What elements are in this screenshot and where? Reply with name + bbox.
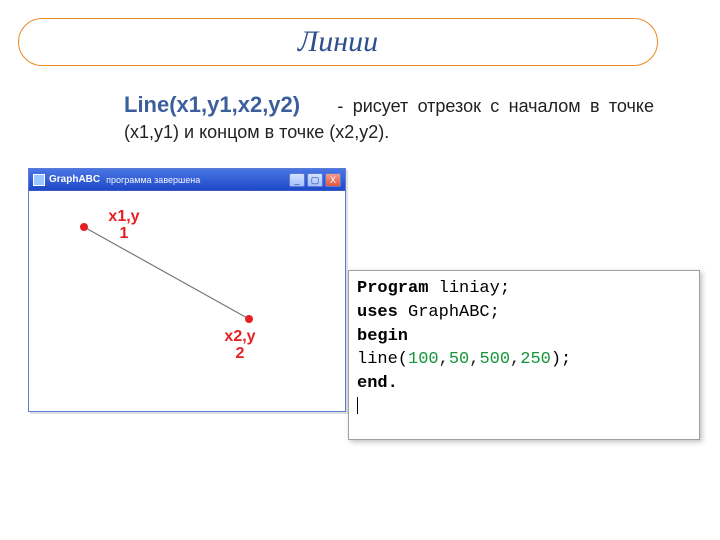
app-icon (33, 174, 45, 186)
graphabc-app-name: GraphABC (49, 174, 100, 185)
line-call-open: line( (357, 350, 408, 369)
kw-begin: begin (357, 327, 408, 346)
close-button[interactable]: X (325, 173, 341, 187)
point-start-label: x1,y 1 (99, 209, 149, 243)
function-signature: Line(x1,y1,x2,y2) (124, 92, 300, 117)
program-name: liniay; (428, 279, 510, 298)
minimize-button[interactable]: _ (289, 173, 305, 187)
maximize-button[interactable]: ▢ (307, 173, 323, 187)
code-window: Program liniay; uses GraphABC; begin lin… (348, 270, 700, 440)
p2-label-line1: x2,y (224, 328, 255, 345)
point-start (80, 223, 88, 231)
uses-name: GraphABC; (398, 303, 500, 322)
p2-label-line2: 2 (236, 345, 245, 362)
p1-label-line2: 1 (120, 225, 129, 242)
arg-2: 50 (449, 350, 469, 369)
arg-1: 100 (408, 350, 439, 369)
code-content[interactable]: Program liniay; uses GraphABC; begin lin… (349, 271, 699, 426)
kw-program: Program (357, 279, 428, 298)
line-drawing (29, 191, 347, 413)
slide-title: Линии (298, 25, 378, 59)
window-buttons: _ ▢ X (289, 173, 341, 187)
graphabc-subtitle: программа завершена (106, 175, 200, 185)
point-end-label: x2,y 2 (215, 329, 265, 363)
arg-4: 250 (520, 350, 551, 369)
text-cursor (357, 397, 358, 414)
point-end (245, 315, 253, 323)
graphabc-window: GraphABC программа завершена _ ▢ X x1,y … (28, 168, 346, 412)
kw-uses: uses (357, 303, 398, 322)
kw-end: end. (357, 374, 398, 393)
arg-3: 500 (479, 350, 510, 369)
line-call-close: ); (551, 350, 571, 369)
slide-title-pill: Линии (18, 18, 658, 66)
graphabc-titlebar[interactable]: GraphABC программа завершена _ ▢ X (29, 169, 345, 191)
graphabc-canvas: x1,y 1 x2,y 2 (29, 191, 345, 411)
description: Line(x1,y1,x2,y2) - рисует отрезок с нач… (124, 90, 654, 144)
p1-label-line1: x1,y (108, 208, 139, 225)
